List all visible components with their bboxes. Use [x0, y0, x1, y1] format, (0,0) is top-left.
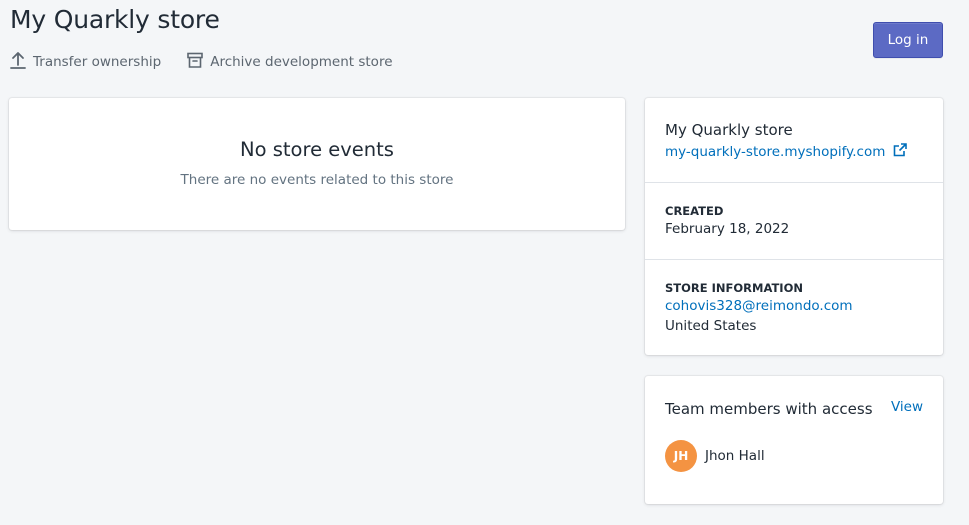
created-label: CREATED [665, 204, 724, 218]
team-member-name: Jhon Hall [705, 448, 765, 464]
team-member: JH Jhon Hall [665, 440, 765, 472]
store-summary-section: My Quarkly store my-quarkly-store.myshop… [645, 98, 943, 182]
store-information-section: STORE INFORMATION cohovis328@reimondo.co… [645, 259, 943, 355]
created-section: CREATED February 18, 2022 [645, 182, 943, 259]
store-url-text: my-quarkly-store.myshopify.com [665, 144, 886, 160]
store-url-link[interactable]: my-quarkly-store.myshopify.com [665, 143, 908, 161]
transfer-ownership-action[interactable]: Transfer ownership [10, 51, 161, 73]
store-details-card: My Quarkly store my-quarkly-store.myshop… [645, 98, 943, 355]
log-in-button[interactable]: Log in [873, 22, 943, 58]
transfer-ownership-label: Transfer ownership [33, 54, 162, 70]
archive-store-action[interactable]: Archive development store [187, 52, 393, 72]
events-empty-subtitle: There are no events related to this stor… [180, 172, 454, 188]
page-title: My Quarkly store [10, 5, 220, 34]
created-date: February 18, 2022 [665, 221, 790, 237]
store-country: United States [665, 318, 757, 334]
view-team-link[interactable]: View [891, 399, 923, 415]
store-events-card: No store events There are no events rela… [9, 98, 625, 230]
team-members-title: Team members with access [665, 400, 873, 418]
upload-icon [10, 51, 33, 73]
store-name: My Quarkly store [665, 121, 793, 139]
page-actions: Transfer ownership Archive development s… [10, 51, 393, 73]
archive-icon [187, 52, 210, 72]
avatar: JH [665, 440, 697, 472]
store-information-label: STORE INFORMATION [665, 281, 803, 295]
store-email-link[interactable]: cohovis328@reimondo.com [665, 298, 853, 314]
events-empty-title: No store events [240, 138, 394, 161]
archive-store-label: Archive development store [210, 54, 393, 70]
external-link-icon [885, 143, 908, 161]
team-members-card: Team members with access View JH Jhon Ha… [645, 376, 943, 504]
